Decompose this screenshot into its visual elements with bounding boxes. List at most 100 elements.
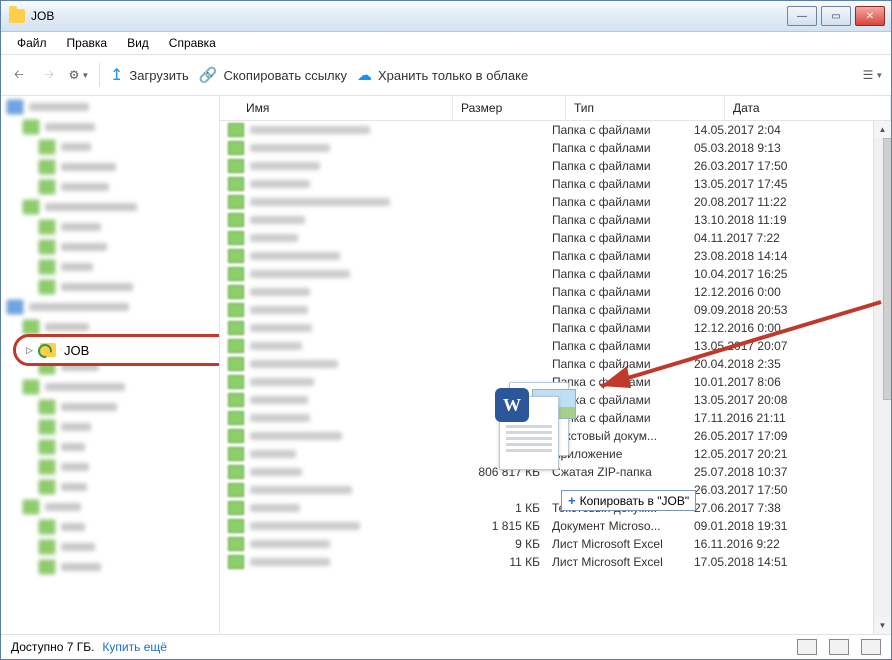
- tree-item[interactable]: [39, 218, 213, 236]
- plus-icon: +: [568, 493, 576, 508]
- sync-folder-icon: [40, 343, 56, 357]
- tree-item[interactable]: [39, 158, 213, 176]
- tree-item[interactable]: [7, 98, 213, 116]
- statusbar: Доступно 7 ГБ. Купить ещё: [1, 634, 891, 659]
- menubar: Файл Правка Вид Справка: [1, 32, 891, 55]
- table-row[interactable]: Папка с файлами10.04.2017 16:25: [220, 265, 891, 283]
- tree-item[interactable]: [23, 498, 213, 516]
- copy-link-label: Скопировать ссылку: [223, 68, 347, 83]
- table-row[interactable]: Папка с файлами26.03.2017 17:50: [220, 157, 891, 175]
- view-details-icon[interactable]: [797, 639, 817, 655]
- scrollbar[interactable]: ▲ ▼: [873, 121, 891, 634]
- tree-item[interactable]: [39, 238, 213, 256]
- table-row[interactable]: Папка с файлами13.05.2017 17:45: [220, 175, 891, 193]
- upload-label: Загрузить: [129, 68, 188, 83]
- view-tiles-icon[interactable]: [861, 639, 881, 655]
- table-row[interactable]: Папка с файлами13.05.2017 20:08: [220, 391, 891, 409]
- table-row[interactable]: Папка с файлами05.03.2018 9:13: [220, 139, 891, 157]
- toolbar: 🡠 🡢 ⚙▼ ↥ Загрузить 🔗 Скопировать ссылку …: [1, 55, 891, 96]
- link-icon: 🔗: [199, 66, 218, 84]
- table-row[interactable]: Папка с файлами17.11.2016 21:11: [220, 409, 891, 427]
- copy-link-button[interactable]: 🔗 Скопировать ссылку: [199, 66, 347, 84]
- forward-button[interactable]: 🡢: [39, 65, 59, 85]
- scroll-thumb[interactable]: [883, 138, 892, 400]
- sidebar-item-label: JOB: [64, 343, 89, 358]
- table-row[interactable]: Папка с файлами13.10.2018 11:19: [220, 211, 891, 229]
- tree-item[interactable]: [39, 418, 213, 436]
- upload-button[interactable]: ↥ Загрузить: [110, 65, 189, 85]
- tree-item[interactable]: [23, 378, 213, 396]
- buy-more-link[interactable]: Купить ещё: [102, 640, 167, 654]
- table-row[interactable]: Папка с файлами10.01.2017 8:06: [220, 373, 891, 391]
- table-row[interactable]: Папка с файлами12.12.2016 0:00: [220, 319, 891, 337]
- window-title: JOB: [31, 9, 54, 23]
- table-row[interactable]: Папка с файлами14.05.2017 2:04: [220, 121, 891, 139]
- col-type[interactable]: Тип: [566, 96, 725, 120]
- menu-edit[interactable]: Правка: [57, 34, 118, 52]
- cloud-only-label: Хранить только в облаке: [378, 68, 528, 83]
- table-row[interactable]: Папка с файлами13.05.2017 20:07: [220, 337, 891, 355]
- tree-item[interactable]: [39, 458, 213, 476]
- table-row[interactable]: 806 817 КБСжатая ZIP-папка25.07.2018 10:…: [220, 463, 891, 481]
- scroll-up-button[interactable]: ▲: [874, 121, 891, 138]
- sidebar-tree[interactable]: ▷ JOB: [1, 96, 220, 634]
- gear-icon[interactable]: ⚙▼: [69, 65, 89, 85]
- tree-item[interactable]: [7, 298, 213, 316]
- body: ▷ JOB Имя Размер Тип Дата ▲ ▼ Папка с фай…: [1, 96, 891, 634]
- expand-icon[interactable]: ▷: [26, 345, 33, 356]
- cloud-icon: ☁: [357, 66, 372, 84]
- chevron-down-icon: ▼: [875, 71, 883, 80]
- table-row[interactable]: 1 КБТекстовый докум...27.06.2017 7:38: [220, 499, 891, 517]
- table-row[interactable]: 9 КБЛист Microsoft Excel16.11.2016 9:22: [220, 535, 891, 553]
- menu-help[interactable]: Справка: [159, 34, 226, 52]
- tree-item[interactable]: [39, 538, 213, 556]
- table-row[interactable]: 11 КБЛист Microsoft Excel17.05.2018 14:5…: [220, 553, 891, 571]
- table-row[interactable]: Папка с файлами04.11.2017 7:22: [220, 229, 891, 247]
- tree-item[interactable]: [39, 558, 213, 576]
- titlebar[interactable]: JOB ― ▭ ✕: [1, 1, 891, 32]
- tree-item[interactable]: [39, 138, 213, 156]
- folder-icon: [9, 9, 25, 23]
- tree-item[interactable]: [39, 478, 213, 496]
- table-row[interactable]: 403 КБПриложение12.05.2017 20:21: [220, 445, 891, 463]
- menu-file[interactable]: Файл: [7, 34, 57, 52]
- col-size[interactable]: Размер: [453, 96, 566, 120]
- table-row[interactable]: 1 КБТекстовый докум...26.05.2017 17:09: [220, 427, 891, 445]
- drag-tooltip: + Копировать в "JOB": [561, 490, 696, 511]
- tree-item[interactable]: [39, 398, 213, 416]
- tree-item[interactable]: [39, 438, 213, 456]
- tree-item[interactable]: [39, 178, 213, 196]
- status-quota: Доступно 7 ГБ.: [11, 640, 94, 654]
- tree-item[interactable]: [39, 518, 213, 536]
- scroll-down-button[interactable]: ▼: [874, 617, 891, 634]
- chevron-down-icon: ▼: [81, 71, 89, 80]
- table-row[interactable]: Папка с файлами20.08.2017 11:22: [220, 193, 891, 211]
- minimize-button[interactable]: ―: [787, 6, 817, 26]
- table-row[interactable]: Папка с файлами12.12.2016 0:00: [220, 283, 891, 301]
- menu-view[interactable]: Вид: [117, 34, 159, 52]
- maximize-button[interactable]: ▭: [821, 6, 851, 26]
- drag-tooltip-text: Копировать в "JOB": [580, 494, 690, 508]
- cloud-only-button[interactable]: ☁ Хранить только в облаке: [357, 66, 528, 84]
- tree-item[interactable]: [23, 198, 213, 216]
- file-list: Имя Размер Тип Дата ▲ ▼ Папка с файлами1…: [220, 96, 891, 634]
- window: JOB ― ▭ ✕ Файл Правка Вид Справка 🡠 🡢 ⚙▼…: [0, 0, 892, 660]
- table-row[interactable]: 26.03.2017 17:50: [220, 481, 891, 499]
- tree-item[interactable]: [39, 278, 213, 296]
- table-row[interactable]: 1 815 КБДокумент Microso...09.01.2018 19…: [220, 517, 891, 535]
- rows-container: ▲ ▼ Папка с файлами14.05.2017 2:04Папка …: [220, 121, 891, 634]
- view-mode-button[interactable]: ☰▼: [863, 65, 883, 85]
- tree-item[interactable]: [39, 258, 213, 276]
- table-row[interactable]: Папка с файлами20.04.2018 2:35: [220, 355, 891, 373]
- close-button[interactable]: ✕: [855, 6, 885, 26]
- view-list-icon[interactable]: [829, 639, 849, 655]
- table-row[interactable]: Папка с файлами23.08.2018 14:14: [220, 247, 891, 265]
- separator: [99, 63, 100, 87]
- sidebar-item-job[interactable]: ▷ JOB: [13, 334, 220, 366]
- tree-item[interactable]: [23, 118, 213, 136]
- back-button[interactable]: 🡠: [9, 65, 29, 85]
- col-name[interactable]: Имя: [246, 101, 269, 115]
- col-date[interactable]: Дата: [725, 96, 891, 120]
- column-headers: Имя Размер Тип Дата: [220, 96, 891, 121]
- table-row[interactable]: Папка с файлами09.09.2018 20:53: [220, 301, 891, 319]
